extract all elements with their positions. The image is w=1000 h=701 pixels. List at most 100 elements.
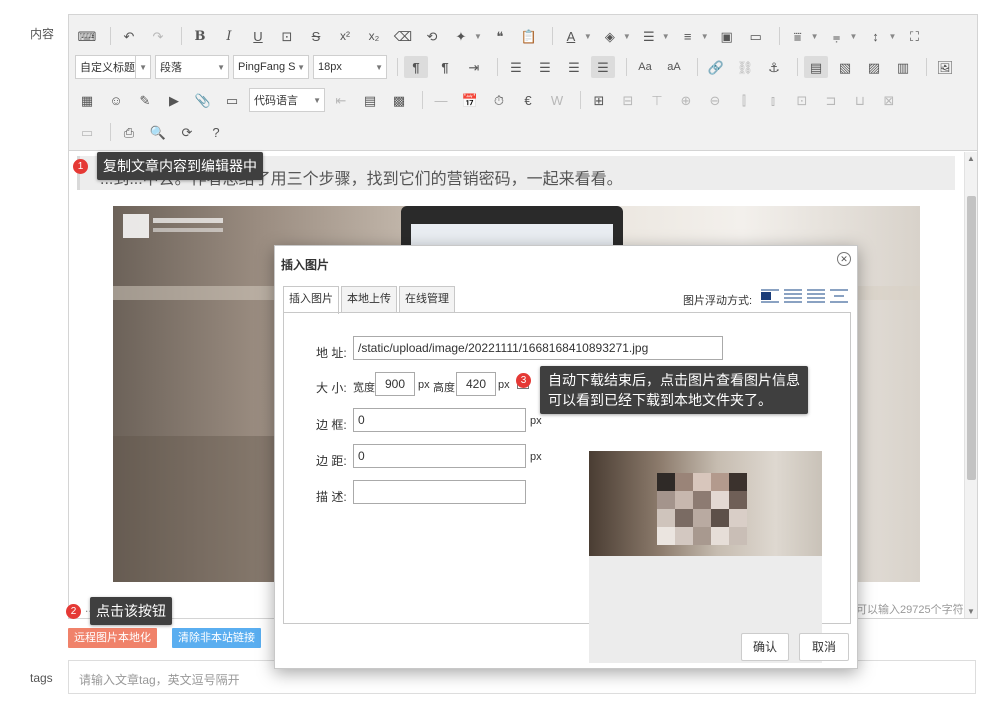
chevron-down-icon[interactable]: ▼ [850, 32, 858, 41]
page-break-icon[interactable]: ⇤ [329, 89, 353, 111]
delete-table-icon[interactable]: ⊟ [616, 89, 640, 111]
custom-title-select[interactable]: 自定义标题 ▼ [75, 55, 151, 79]
merge-right-icon[interactable]: ⊐ [819, 89, 843, 111]
paragraph-spacing-bottom-icon[interactable]: ⩦ [825, 25, 849, 47]
insert-para-before-table-icon[interactable]: ⊤ [645, 89, 669, 111]
merge-down-icon[interactable]: ⊔ [848, 89, 872, 111]
paragraph-select[interactable]: 段落 ▼ [155, 55, 229, 79]
attachment-icon[interactable]: 📎 [191, 89, 215, 111]
bold-icon[interactable]: B [188, 25, 212, 47]
clear-document-icon[interactable]: ▭ [744, 25, 768, 47]
search-replace-icon[interactable]: ⟳ [175, 121, 199, 143]
magic-wand-icon[interactable]: ✦ [449, 25, 473, 47]
fullscreen-icon[interactable]: ⛶ [902, 25, 926, 47]
font-family-select[interactable]: PingFang S ▼ [233, 55, 309, 79]
undo-icon[interactable]: ↶ [117, 25, 141, 47]
chevron-down-icon[interactable]: ▼ [623, 32, 631, 41]
border-text-icon[interactable]: ⊡ [275, 25, 299, 47]
tab-insert-image[interactable]: 插入图片 [283, 286, 339, 314]
preview-icon[interactable]: 🔍 [146, 121, 170, 143]
cancel-button[interactable]: 取消 [799, 633, 849, 661]
superscript-icon[interactable]: x² [333, 25, 357, 47]
tab-local-upload[interactable]: 本地上传 [341, 286, 397, 312]
uppercase-icon[interactable]: Aa [633, 56, 657, 78]
special-chars-icon[interactable]: € [516, 89, 540, 111]
chevron-down-icon[interactable]: ▼ [811, 32, 819, 41]
insert-row-icon[interactable]: ⊕ [674, 89, 698, 111]
source-code-icon[interactable]: ⌨ [75, 25, 99, 47]
close-icon[interactable]: ✕ [837, 252, 851, 266]
unordered-list-icon[interactable]: ≡ [676, 25, 700, 47]
italic-icon[interactable]: I [217, 25, 241, 47]
line-height-icon[interactable]: ↕ [863, 25, 887, 47]
anchor-icon[interactable]: ⚓ [762, 56, 786, 78]
ordered-list-icon[interactable]: ☰ [637, 25, 661, 47]
align-center-icon[interactable]: ☰ [533, 56, 557, 78]
underline-icon[interactable]: U [246, 25, 270, 47]
float-left-icon[interactable] [784, 289, 802, 303]
time-icon[interactable]: ⏱ [487, 89, 511, 111]
unlink-icon[interactable]: ⛓ [733, 56, 757, 78]
border-input[interactable]: 0 [353, 408, 526, 432]
confirm-button[interactable]: 确认 [741, 633, 789, 661]
align-left-icon[interactable]: ☰ [504, 56, 528, 78]
description-input[interactable] [353, 480, 526, 504]
iframe-icon[interactable]: ▭ [220, 89, 244, 111]
insert-table-icon[interactable]: ⊞ [587, 89, 611, 111]
date-icon[interactable]: 📅 [458, 89, 482, 111]
background-icon[interactable]: ▩ [387, 89, 411, 111]
split-cells-icon[interactable]: ⊠ [877, 89, 901, 111]
video-icon[interactable]: ▶ [162, 89, 186, 111]
delete-col-icon[interactable]: ⫾ [761, 89, 785, 111]
scrawl-icon[interactable]: ✎ [133, 89, 157, 111]
word-image-icon[interactable]: W [545, 89, 569, 111]
chevron-down-icon[interactable]: ▼ [888, 32, 896, 41]
margin-input[interactable]: 0 [353, 444, 526, 468]
image-preview[interactable] [589, 451, 822, 663]
select-all-icon[interactable]: ▣ [715, 25, 739, 47]
width-input[interactable]: 900 [375, 372, 415, 396]
strikethrough-icon[interactable]: S [304, 25, 328, 47]
image-center-icon[interactable]: ▥ [891, 56, 915, 78]
localize-remote-images-button[interactable]: 远程图片本地化 [68, 628, 157, 648]
float-none-icon[interactable] [761, 289, 779, 303]
format-match-icon[interactable]: ⟲ [420, 25, 444, 47]
lowercase-icon[interactable]: aA [662, 56, 686, 78]
scroll-down-icon[interactable]: ▼ [967, 607, 975, 616]
split-rows-icon[interactable]: ▭ [75, 121, 99, 143]
help-icon[interactable]: ? [204, 121, 228, 143]
background-color-icon[interactable]: ◈ [598, 25, 622, 47]
insert-image-icon[interactable]: 🖼 [933, 56, 957, 78]
ltr-direction-icon[interactable]: ¶ [404, 56, 428, 78]
delete-row-icon[interactable]: ⊖ [703, 89, 727, 111]
height-input[interactable]: 420 [456, 372, 496, 396]
paragraph-spacing-top-icon[interactable]: ⩸ [786, 25, 810, 47]
emoticon-icon[interactable]: ☺ [104, 89, 128, 111]
link-icon[interactable]: 🔗 [704, 56, 728, 78]
chevron-down-icon[interactable]: ▼ [474, 32, 482, 41]
horizontal-rule-icon[interactable]: — [429, 89, 453, 111]
float-center-icon[interactable] [830, 289, 848, 303]
font-color-icon[interactable]: A [559, 25, 583, 47]
subscript-icon[interactable]: x₂ [362, 25, 386, 47]
float-right-icon[interactable] [807, 289, 825, 303]
chevron-down-icon[interactable]: ▼ [701, 32, 709, 41]
scrollbar-thumb[interactable] [967, 196, 976, 480]
eraser-icon[interactable]: ⌫ [391, 25, 415, 47]
tab-online-manage[interactable]: 在线管理 [399, 286, 455, 312]
font-size-select[interactable]: 18px ▼ [313, 55, 387, 79]
merge-cells-icon[interactable]: ⊡ [790, 89, 814, 111]
print-icon[interactable]: ⎙ [117, 121, 141, 143]
image-float-right-icon[interactable]: ▨ [862, 56, 886, 78]
clear-external-links-button[interactable]: 清除非本站链接 [172, 628, 261, 648]
align-right-icon[interactable]: ☰ [562, 56, 586, 78]
code-language-select[interactable]: 代码语言 ▼ [249, 88, 325, 112]
rtl-direction-icon[interactable]: ¶ [433, 56, 457, 78]
address-input[interactable]: /static/upload/image/20221111/1668168410… [353, 336, 723, 360]
redo-icon[interactable]: ↷ [146, 25, 170, 47]
multi-image-icon[interactable]: ▦ [75, 89, 99, 111]
template-icon[interactable]: ▤ [358, 89, 382, 111]
image-float-left-icon[interactable]: ▧ [833, 56, 857, 78]
insert-col-icon[interactable]: ⫿ [732, 89, 756, 111]
blockquote-icon[interactable]: ❝ [488, 25, 512, 47]
